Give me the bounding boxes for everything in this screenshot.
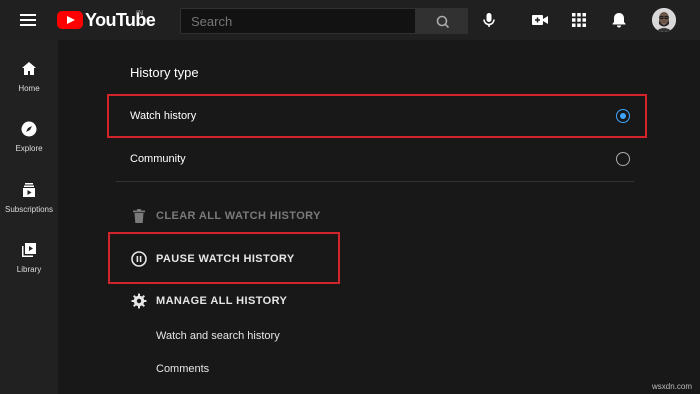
menu-icon[interactable] (20, 14, 36, 26)
region-code: IN (136, 10, 143, 17)
sidebar-item-label: Library (16, 265, 42, 274)
manage-all-history-label: MANAGE ALL HISTORY (156, 295, 288, 307)
top-bar: YouTube IN (0, 0, 700, 40)
home-icon (22, 62, 36, 75)
microphone-icon (483, 13, 495, 27)
trash-icon (133, 209, 145, 223)
highlight-box-watch-history (107, 94, 647, 138)
radio-community[interactable] (616, 152, 630, 166)
clear-watch-history-label: CLEAR ALL WATCH HISTORY (156, 210, 321, 222)
notifications-button[interactable] (609, 10, 629, 30)
option-label-community[interactable]: Community (130, 153, 186, 165)
sidebar-item-label: Home (18, 84, 40, 93)
divider (116, 181, 634, 182)
apps-button[interactable] (569, 10, 589, 30)
user-avatar-icon (652, 8, 676, 32)
video-camera-icon (532, 15, 548, 25)
youtube-logo[interactable]: YouTube IN (57, 9, 156, 30)
compass-icon (21, 121, 37, 137)
sidebar-item-home[interactable]: Home (0, 60, 58, 114)
sidebar-item-label: Subscriptions (4, 205, 54, 214)
watch-and-search-history-link[interactable]: Watch and search history (156, 330, 280, 342)
youtube-play-icon (57, 11, 83, 29)
highlight-box-pause-history (108, 232, 340, 284)
sidebar-item-explore[interactable]: Explore (0, 120, 58, 174)
apps-grid-icon (572, 13, 586, 27)
gear-icon (131, 293, 147, 309)
comments-link[interactable]: Comments (156, 363, 209, 375)
logo-wordmark: YouTube (85, 9, 156, 30)
sidebar-item-library[interactable]: Library (0, 241, 58, 295)
subscriptions-icon (23, 183, 35, 197)
sidebar: Home Explore Subscriptions Library (0, 40, 58, 394)
sidebar-item-subscriptions[interactable]: Subscriptions (0, 181, 58, 235)
bell-icon (612, 13, 626, 28)
manage-all-history-button[interactable]: MANAGE ALL HISTORY (130, 292, 287, 310)
search-icon (436, 15, 450, 29)
avatar[interactable] (652, 8, 676, 32)
search-button[interactable] (416, 8, 468, 34)
watermark: wsxdn.com (651, 382, 692, 391)
library-icon (22, 243, 36, 257)
search-input[interactable] (180, 8, 416, 34)
voice-search-button[interactable] (479, 10, 499, 30)
create-video-button[interactable] (530, 10, 550, 30)
clear-watch-history-button[interactable]: CLEAR ALL WATCH HISTORY (130, 207, 321, 225)
sidebar-item-label: Explore (15, 144, 43, 153)
section-title: History type (130, 65, 199, 80)
